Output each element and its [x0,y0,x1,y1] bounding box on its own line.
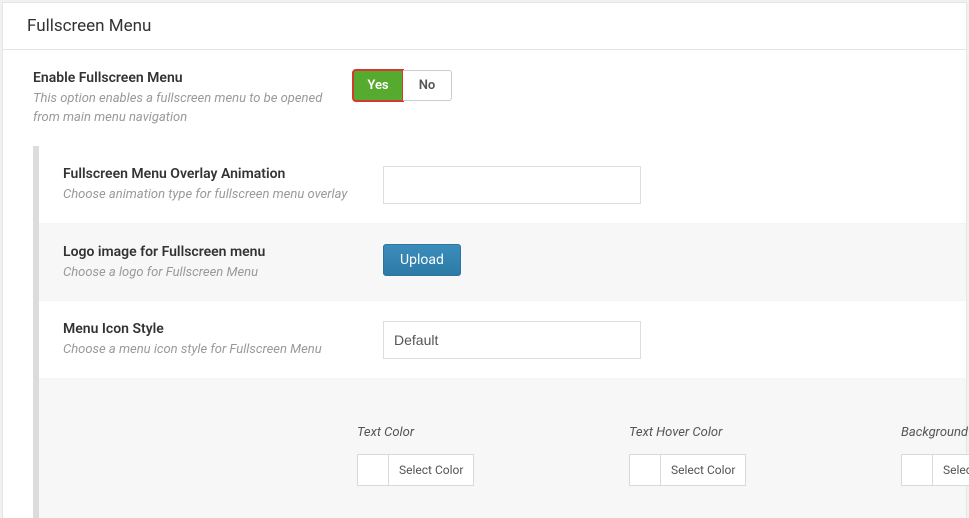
control-col: Upload [383,244,936,276]
opt-text-color: Text Color Select Color [357,425,629,490]
row-logo: Logo image for Fullscreen menu Choose a … [39,224,966,302]
control-col [383,321,936,359]
iconstyle-label: Menu Icon Style [63,321,363,337]
style-options: Text Color Select Color Text Hover Color… [357,399,936,490]
text-color-picker[interactable]: Select Color [357,454,474,486]
bg-color-picker[interactable]: Select C [901,454,969,486]
row-icon-style: Menu Icon Style Choose a menu icon style… [39,301,966,379]
control-col: Yes No [353,70,936,101]
control-col [383,166,936,204]
overlay-anim-label: Fullscreen Menu Overlay Animation [63,166,363,182]
logo-desc: Choose a logo for Fullscreen Menu [63,264,363,283]
text-color-swatch [357,454,389,486]
bg-color-swatch [901,454,933,486]
style-options-2: Font Family Font Size (px) Line Height ( [357,490,936,518]
opt-hover-color: Text Hover Color Select Color [629,425,901,490]
enable-label: Enable Fullscreen Menu [33,70,333,86]
hover-color-label: Text Hover Color [629,425,901,440]
panel-header: Fullscreen Menu [3,3,966,50]
enable-toggle: Yes No [353,70,452,101]
enable-yes-button[interactable]: Yes [353,70,403,101]
overlay-anim-select[interactable] [383,166,641,204]
panel: Fullscreen Menu Enable Fullscreen Menu T… [2,2,967,518]
iconstyle-select[interactable] [383,321,641,359]
text-color-button-label: Select Color [389,454,474,486]
text-color-label: Text Color [357,425,629,440]
page-root: Fullscreen Menu Enable Fullscreen Menu T… [0,0,969,518]
row-overlay-animation: Fullscreen Menu Overlay Animation Choose… [39,146,966,224]
hover-color-picker[interactable]: Select Color [629,454,746,486]
bg-color-button-label: Select C [933,454,969,486]
enable-desc: This option enables a fullscreen menu to… [33,90,333,128]
label-col: Fullscreen Menu Overlay Animation Choose… [63,166,383,205]
bg-color-label: Background [901,425,969,440]
label-col: Menu Icon Style Choose a menu icon style… [63,321,383,360]
iconstyle-desc: Choose a menu icon style for Fullscreen … [63,341,363,360]
row-enable: Enable Fullscreen Menu This option enabl… [3,50,966,146]
opt-bg-color: Background Select C [901,425,969,490]
settings-group: Fullscreen Menu Overlay Animation Choose… [33,146,966,518]
enable-no-button[interactable]: No [403,70,452,101]
overlay-anim-desc: Choose animation type for fullscreen men… [63,186,363,205]
panel-body: Enable Fullscreen Menu This option enabl… [3,50,966,518]
logo-label: Logo image for Fullscreen menu [63,244,363,260]
panel-title: Fullscreen Menu [27,16,151,36]
label-col: Logo image for Fullscreen menu Choose a … [63,244,383,283]
upload-button[interactable]: Upload [383,244,461,276]
row-style-options: Text Color Select Color Text Hover Color… [39,379,966,518]
label-col: Enable Fullscreen Menu This option enabl… [33,70,353,128]
hover-color-swatch [629,454,661,486]
hover-color-button-label: Select Color [661,454,746,486]
